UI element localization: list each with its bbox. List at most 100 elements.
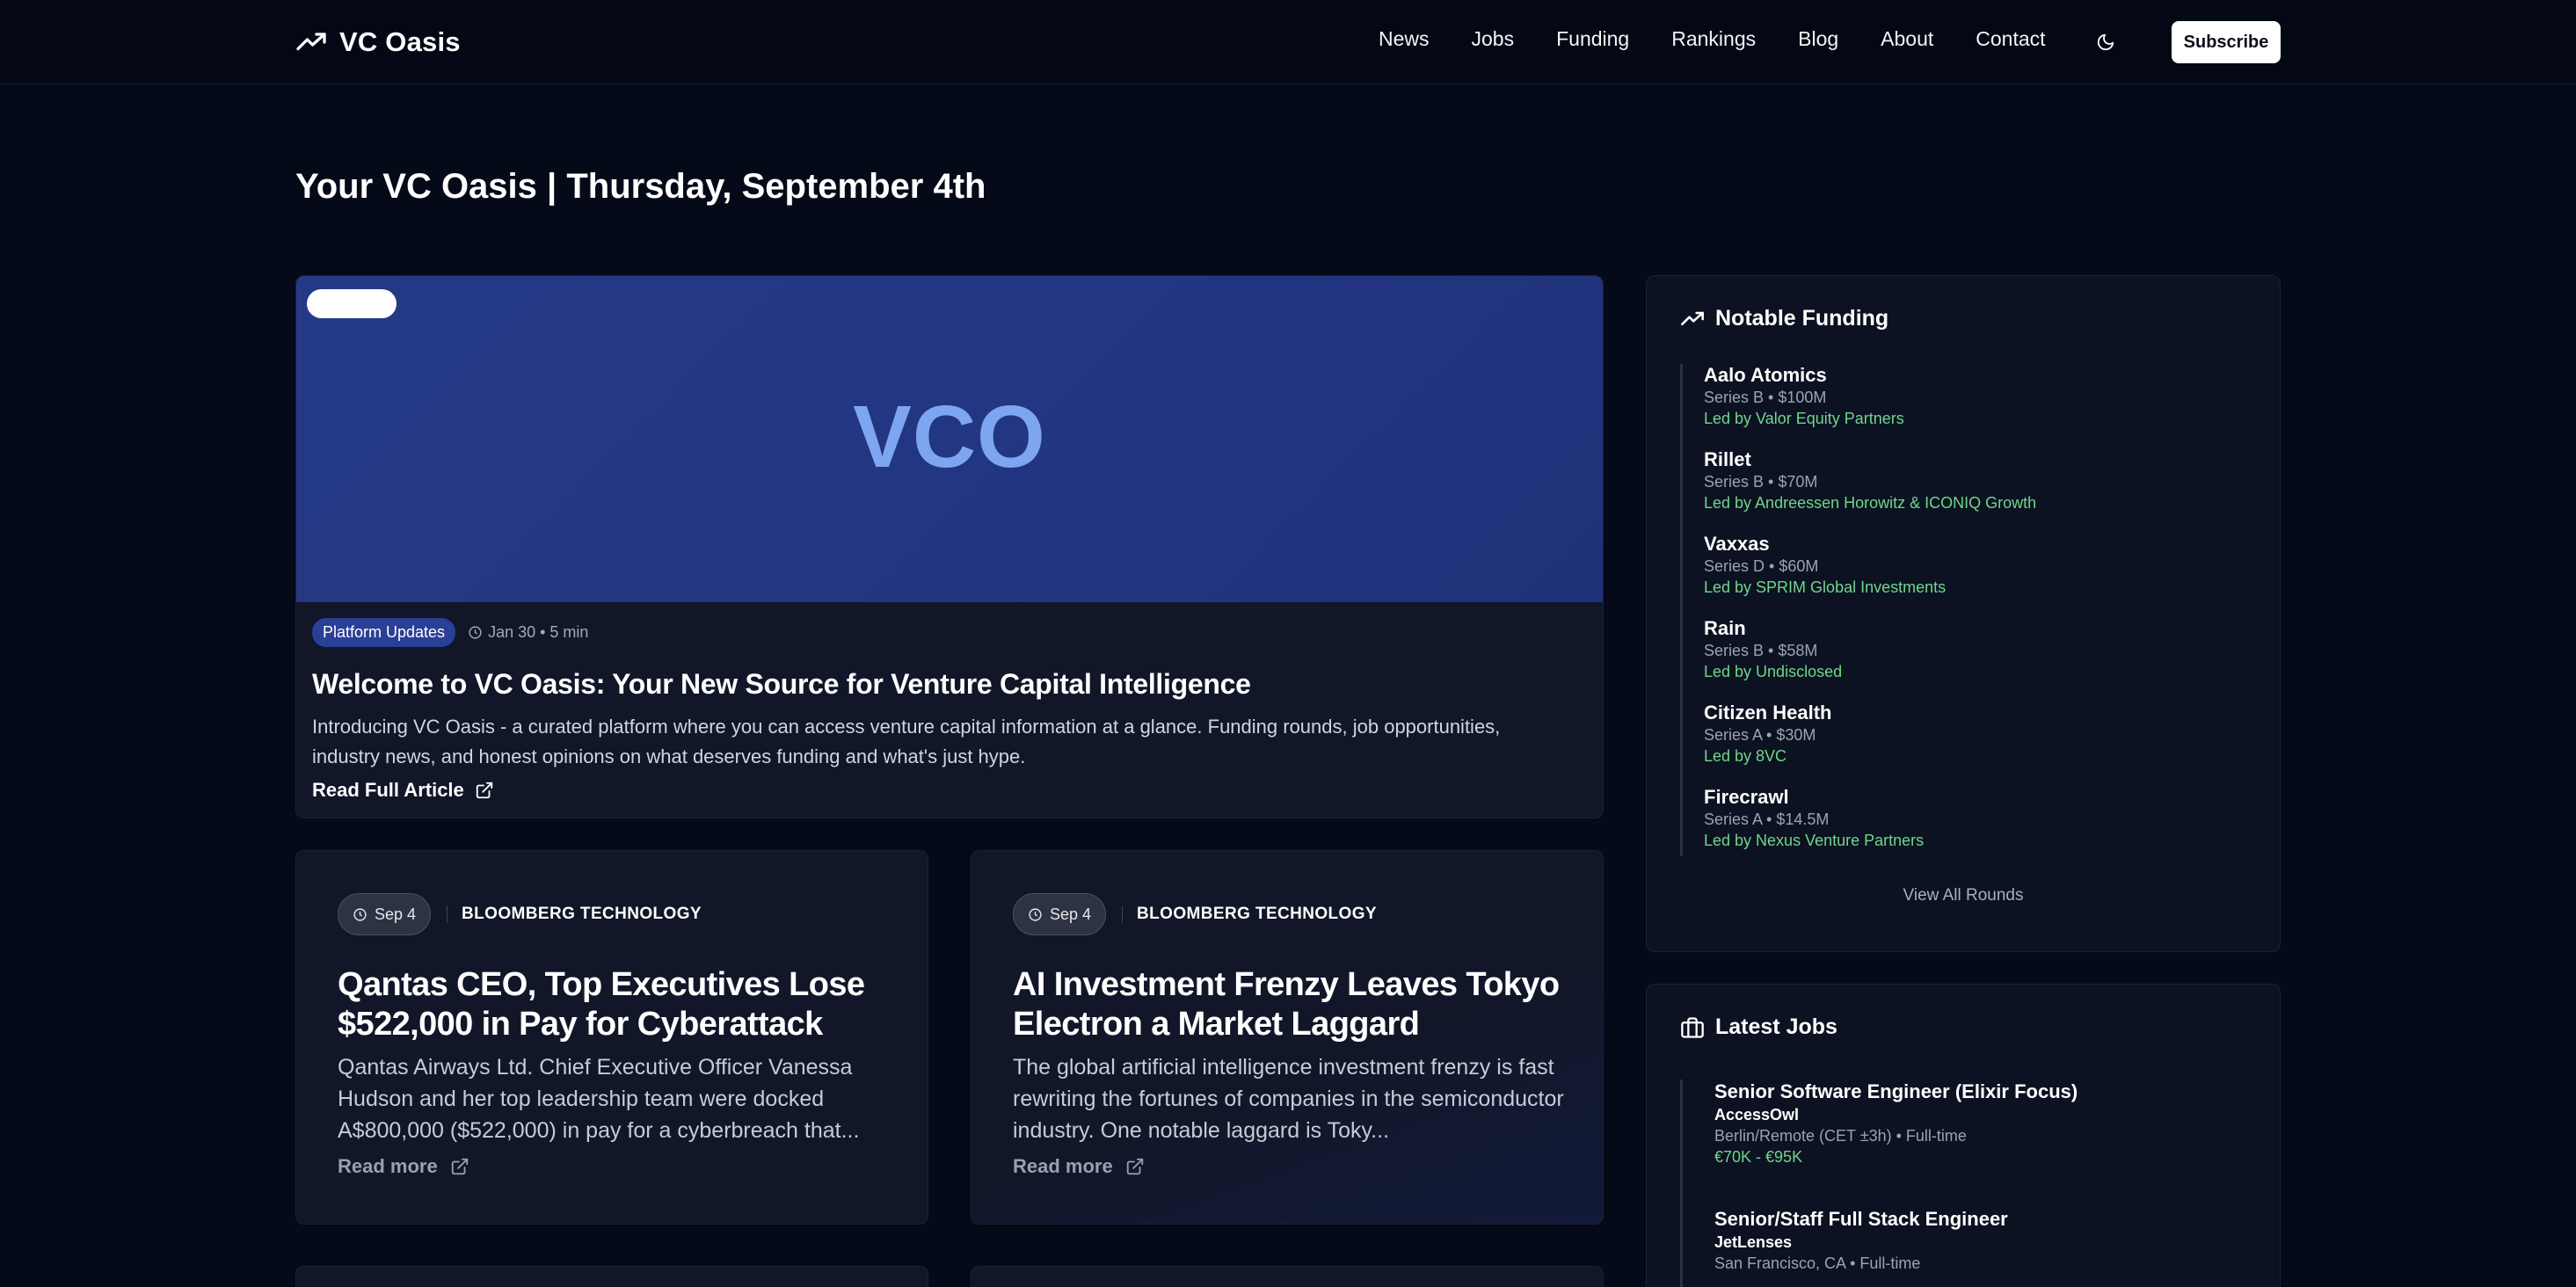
job-title: Senior/Staff Full Stack Engineer — [1714, 1208, 2008, 1230]
funding-round: Series A • $30M — [1704, 726, 1816, 744]
clock-icon — [353, 907, 367, 921]
company-name: Aalo Atomics — [1704, 364, 1827, 386]
read-more-link[interactable]: Read more — [338, 1155, 469, 1178]
external-link-icon — [476, 782, 492, 799]
nav-link-news[interactable]: News — [1379, 27, 1430, 51]
news-card-partial[interactable] — [295, 1266, 928, 1287]
featured-excerpt: Introducing VC Oasis - a curated platfor… — [312, 716, 1501, 767]
moon-icon — [2097, 33, 2114, 51]
subscribe-button[interactable]: Subscribe — [2172, 21, 2281, 63]
funding-round: Series B • $58M — [1704, 642, 1818, 659]
featured-time: Jan 30 • 5 min — [468, 623, 588, 642]
job-location: Berlin/Remote (CET ±3h) • Full-time — [1714, 1127, 1967, 1145]
briefcase-icon — [1681, 1016, 1704, 1038]
latest-jobs-title: Latest Jobs — [1715, 1014, 1837, 1039]
news-date: Sep 4 — [375, 905, 417, 923]
company-name: Vaxxas — [1704, 533, 1770, 555]
lead-investor: Led by Nexus Venture Partners — [1704, 832, 1925, 849]
nav-link-rankings[interactable]: Rankings — [1671, 27, 1756, 51]
external-link-icon — [451, 1158, 468, 1175]
read-full-article-label: Read Full Article — [312, 779, 464, 801]
company-name: Rain — [1704, 617, 1746, 639]
hero-logo-text: VCO — [853, 388, 1046, 486]
featured-meta-text: Jan 30 • 5 min — [488, 623, 589, 641]
news-card-partial[interactable] — [971, 1266, 1604, 1287]
read-more-link[interactable]: Read more — [1013, 1155, 1145, 1178]
read-more-label: Read more — [338, 1155, 438, 1177]
meta-divider — [1122, 905, 1124, 923]
news-date: Sep 4 — [1050, 905, 1092, 923]
news-card[interactable]: Sep 4 BLOOMBERG TECHNOLOGY Qantas CEO, T… — [295, 850, 928, 1225]
news-excerpt: Qantas Airways Ltd. Chief Executive Offi… — [338, 1055, 860, 1143]
page-title: Your VC Oasis | Thursday, September 4th — [295, 167, 986, 206]
lead-investor: Led by Undisclosed — [1704, 663, 1843, 680]
news-meta: Sep 4 BLOOMBERG TECHNOLOGY — [338, 893, 702, 935]
funding-round: Series D • $60M — [1704, 557, 1819, 575]
hero-badge — [307, 289, 397, 318]
lead-investor: Led by Valor Equity Partners — [1704, 410, 1904, 427]
lead-investor: Led by Andreessen Horowitz & ICONIQ Grow… — [1704, 494, 2037, 512]
job-title: Senior Software Engineer (Elixir Focus) — [1714, 1080, 2078, 1102]
nav-links: News Jobs Funding Rankings Blog About Co… — [1379, 27, 2088, 51]
nav-link-funding[interactable]: Funding — [1556, 27, 1629, 51]
funding-item[interactable]: Citizen Health Series A • $30M Led by 8V… — [1683, 702, 2208, 786]
date-badge: Sep 4 — [338, 893, 432, 935]
latest-jobs-header: Latest Jobs — [1680, 1014, 1837, 1040]
read-full-article-link[interactable]: Read Full Article — [312, 779, 494, 802]
funding-list: Aalo Atomics Series B • $100M Led by Val… — [1680, 364, 2208, 856]
external-link-icon — [1126, 1158, 1143, 1175]
trending-up-icon — [296, 33, 326, 51]
featured-title[interactable]: Welcome to VC Oasis: Your New Source for… — [312, 668, 1251, 701]
funding-item[interactable]: Firecrawl Series A • $14.5M Led by Nexus… — [1683, 786, 2208, 856]
clock-icon — [1029, 907, 1042, 921]
job-location: San Francisco, CA • Full-time — [1714, 1254, 1921, 1272]
notable-funding-title: Notable Funding — [1715, 306, 1889, 331]
company-name: Rillet — [1704, 448, 1751, 470]
job-item[interactable]: Senior/Staff Full Stack Engineer JetLens… — [1683, 1207, 2208, 1287]
category-badge[interactable]: Platform Updates — [312, 618, 456, 647]
date-badge: Sep 4 — [1013, 893, 1107, 935]
job-item[interactable]: Senior Software Engineer (Elixir Focus) … — [1683, 1080, 2208, 1207]
latest-jobs-panel: Latest Jobs Senior Software Engineer (El… — [1646, 984, 2281, 1287]
top-nav: VC Oasis News Jobs Funding Rankings Blog… — [0, 0, 2576, 84]
jobs-list: Senior Software Engineer (Elixir Focus) … — [1680, 1080, 2208, 1287]
featured-hero-image: VCO — [296, 276, 1603, 602]
funding-round: Series B • $100M — [1704, 389, 1827, 406]
news-meta: Sep 4 BLOOMBERG TECHNOLOGY — [1013, 893, 1377, 935]
lead-investor: Led by SPRIM Global Investments — [1704, 578, 1947, 596]
job-company: AccessOwl — [1714, 1106, 1800, 1123]
nav-link-blog[interactable]: Blog — [1798, 27, 1838, 51]
funding-item[interactable]: Rillet Series B • $70M Led by Andreessen… — [1683, 448, 2208, 533]
view-all-rounds-link[interactable]: View All Rounds — [1647, 886, 2280, 905]
funding-round: Series A • $14.5M — [1704, 811, 1830, 828]
theme-toggle-button[interactable] — [2091, 27, 2121, 57]
nav-link-jobs[interactable]: Jobs — [1472, 27, 1515, 51]
funding-round: Series B • $70M — [1704, 473, 1818, 491]
clock-icon — [469, 626, 482, 639]
job-company: JetLenses — [1714, 1233, 1793, 1251]
news-excerpt: The global artificial intelligence inves… — [1013, 1055, 1564, 1143]
meta-divider — [447, 905, 448, 923]
featured-meta: Platform Updates Jan 30 • 5 min — [312, 618, 588, 647]
news-title[interactable]: AI Investment Frenzy Leaves Tokyo Electr… — [1013, 965, 1575, 1044]
funding-item[interactable]: Rain Series B • $58M Led by Undisclosed — [1683, 617, 2208, 702]
funding-item[interactable]: Vaxxas Series D • $60M Led by SPRIM Glob… — [1683, 533, 2208, 617]
news-title[interactable]: Qantas CEO, Top Executives Lose $522,000… — [338, 965, 900, 1044]
funding-item[interactable]: Aalo Atomics Series B • $100M Led by Val… — [1683, 364, 2208, 448]
lead-investor: Led by 8VC — [1704, 747, 1787, 765]
brand-logo[interactable]: VC Oasis — [295, 25, 461, 60]
nav-link-contact[interactable]: Contact — [1976, 27, 2045, 51]
nav-link-about[interactable]: About — [1881, 27, 1933, 51]
news-source: BLOOMBERG TECHNOLOGY — [462, 905, 702, 923]
company-name: Citizen Health — [1704, 702, 1832, 723]
featured-article-card[interactable]: VCO Platform Updates Jan 30 • 5 min Welc… — [295, 275, 1604, 818]
notable-funding-header: Notable Funding — [1680, 306, 1888, 331]
news-source: BLOOMBERG TECHNOLOGY — [1137, 905, 1377, 923]
news-card[interactable]: Sep 4 BLOOMBERG TECHNOLOGY AI Investment… — [971, 850, 1604, 1225]
trending-up-icon — [1681, 311, 1704, 325]
company-name: Firecrawl — [1704, 786, 1789, 808]
read-more-label: Read more — [1013, 1155, 1113, 1177]
brand-name: VC Oasis — [339, 26, 461, 57]
job-salary: €70K - €95K — [1714, 1148, 1803, 1166]
notable-funding-panel: Notable Funding Aalo Atomics Series B • … — [1646, 275, 2281, 952]
